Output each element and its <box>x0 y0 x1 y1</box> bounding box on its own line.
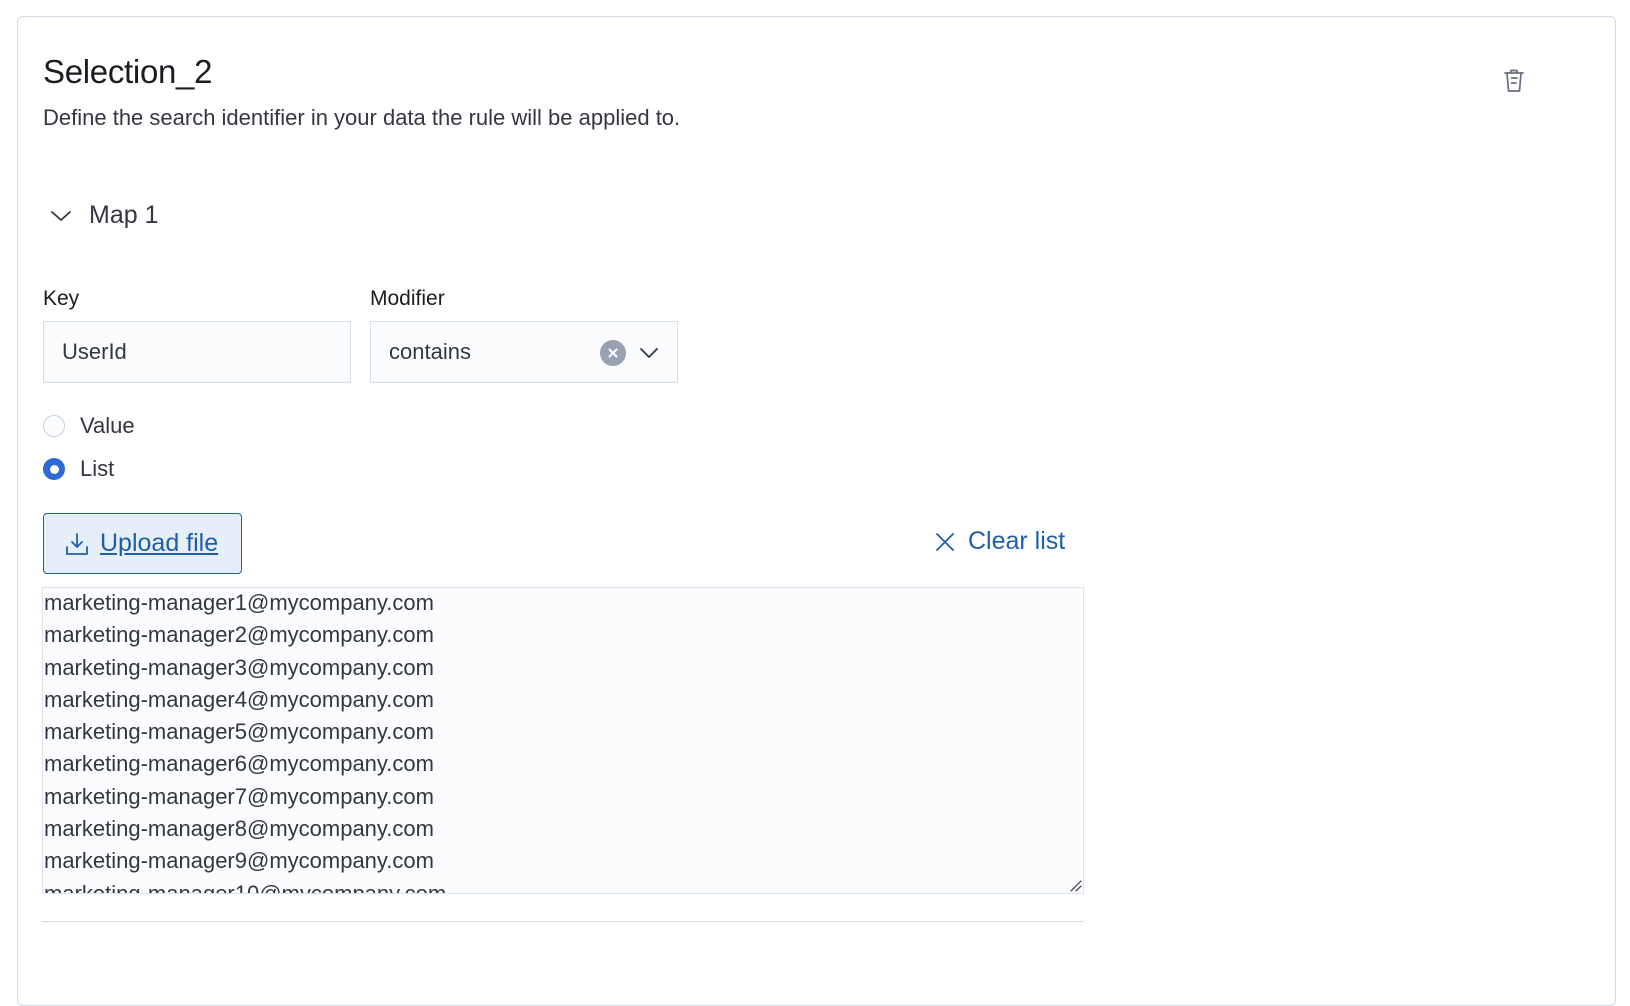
map-toggle[interactable]: Map 1 <box>47 201 158 230</box>
radio-list-label: List <box>80 456 115 481</box>
clear-list-button[interactable]: Clear list <box>932 527 1065 556</box>
radio-value[interactable]: Value <box>43 413 135 439</box>
upload-file-label: Upload file <box>100 529 219 557</box>
list-item: marketing-manager4@mycompany.com <box>44 686 434 712</box>
key-input[interactable] <box>43 321 351 383</box>
close-icon <box>932 529 958 555</box>
key-label: Key <box>43 287 80 310</box>
list-item: marketing-manager8@mycompany.com <box>44 816 434 842</box>
clear-icon[interactable] <box>600 340 626 366</box>
radio-list-circle[interactable] <box>43 458 65 480</box>
list-item: marketing-manager9@mycompany.com <box>44 848 434 874</box>
list-item: marketing-manager6@mycompany.com <box>44 751 434 777</box>
upload-file-button[interactable]: Upload file <box>43 513 242 574</box>
trash-icon[interactable] <box>1498 64 1530 96</box>
list-item: marketing-manager1@mycompany.com <box>44 590 434 615</box>
list-item: marketing-manager2@mycompany.com <box>44 622 434 648</box>
radio-list[interactable]: List <box>43 456 114 482</box>
selection-panel: Selection_2 Define the search identifier… <box>17 16 1616 1006</box>
list-item: marketing-manager3@mycompany.com <box>44 654 434 680</box>
list-item: marketing-manager10@mycompany.com <box>44 880 447 894</box>
divider <box>42 921 1084 922</box>
list-item: marketing-manager7@mycompany.com <box>44 783 434 809</box>
list-item: marketing-manager5@mycompany.com <box>44 719 434 745</box>
chevron-down-icon[interactable] <box>636 340 662 366</box>
chevron-down-icon <box>47 202 75 230</box>
download-icon <box>64 531 90 557</box>
radio-value-circle[interactable] <box>43 415 65 437</box>
modifier-value: contains <box>389 339 471 364</box>
map-label: Map 1 <box>89 201 159 229</box>
clear-list-label: Clear list <box>968 527 1066 555</box>
resize-handle-icon[interactable] <box>1067 877 1083 893</box>
radio-value-label: Value <box>80 413 135 438</box>
list-textarea[interactable]: marketing-manager1@mycompany.com marketi… <box>42 587 1084 894</box>
modifier-label: Modifier <box>370 287 445 310</box>
selection-description: Define the search identifier in your dat… <box>43 105 681 130</box>
selection-title: Selection_2 <box>43 53 213 90</box>
modifier-select[interactable]: contains <box>370 321 678 383</box>
